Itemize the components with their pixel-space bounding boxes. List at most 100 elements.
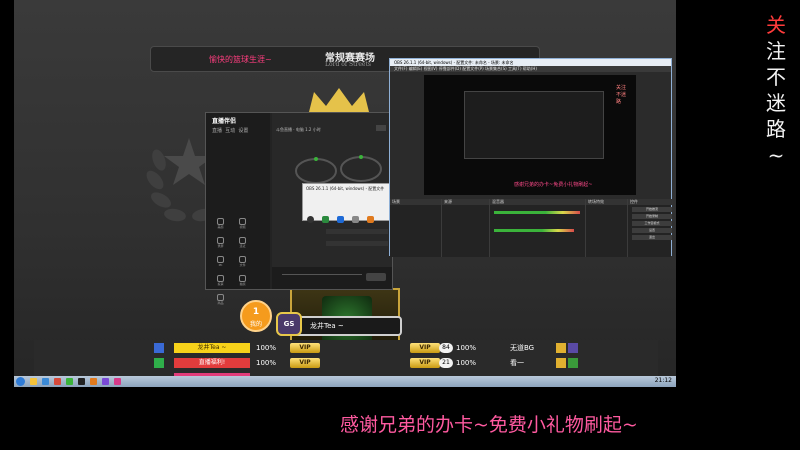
obs-menu-bar[interactable]: 文件(F) 编辑(E) 视图(V) 停靠部件(D) 配置文件(P) 场景集合(S… (390, 66, 671, 72)
obs-window[interactable]: OBS 26.1.1 (64-bit, windows) - 配置文件: 未命名… (389, 58, 673, 257)
app-tab[interactable]: 直播 (212, 128, 222, 134)
obs-config-dialog[interactable]: OBS 26.1.1 (64-bit, windows) - 配置文件 (302, 183, 392, 223)
scoreboard-row[interactable]: 龙井Tea ~ 100% VIP VIP 84 100% 无道BG (34, 342, 658, 356)
percent-cell: 100% (456, 359, 477, 367)
rank-label: 我的 (249, 321, 262, 328)
vip-badge: VIP (290, 343, 320, 353)
studio-mode-button[interactable]: 工作室模式 (632, 221, 672, 226)
rank-number: 1 (252, 307, 260, 317)
start-button[interactable] (16, 377, 25, 386)
dock-transitions[interactable]: 转场特效 (586, 199, 628, 257)
player-name-cell: 直播福利! (174, 358, 250, 368)
scoreboard-row[interactable]: 直播福利! 100% VIP VIP 21 100% 看一 (34, 357, 658, 371)
obs-preview: 关注不迷路 感谢兄弟的办卡~免费小礼物刷起~ (424, 75, 636, 195)
preview-caption: 感谢兄弟的办卡~免费小礼物刷起~ (514, 182, 593, 188)
app-footer-toolbar (272, 267, 392, 289)
percent-cell: 100% (256, 359, 277, 367)
app-icon[interactable] (352, 216, 360, 223)
app-icon[interactable] (90, 378, 97, 385)
toolbar-icons[interactable] (282, 274, 362, 282)
app-header: 斗鱼直播 · 电脑 1.2 小时 (276, 127, 321, 132)
explorer-icon[interactable] (30, 378, 37, 385)
player-avatar-icon (154, 358, 164, 368)
dock-scenes[interactable]: 场景 (390, 199, 442, 257)
exit-button[interactable]: 退出 (632, 235, 672, 240)
team-icon (568, 358, 578, 368)
game-tagline: 愉快的篮球生涯~ (209, 55, 272, 64)
tool-icon (239, 256, 247, 263)
audio-meter (494, 229, 574, 232)
opponent-name: 看一 (510, 359, 524, 367)
preview-side-text: 关注不迷路 (616, 85, 627, 105)
app-tab[interactable]: 设置 (238, 128, 248, 134)
app-tab[interactable]: 互动 (225, 128, 235, 134)
taskbar-clock[interactable]: 21:12 (655, 377, 672, 384)
app-main-panel: 斗鱼直播 · 电脑 1.2 小时 OBS 26.1.1 (64-bit, win… (272, 113, 392, 289)
tool-button[interactable]: 连麦 (234, 237, 251, 249)
app-icon[interactable] (42, 378, 49, 385)
tool-icon (217, 218, 224, 225)
medal-icon (556, 343, 566, 353)
bottom-caption: 感谢兄弟的办卡~免费小礼物刷起~ (340, 414, 638, 436)
tool-button[interactable]: 商品 (212, 294, 229, 306)
obs-icon[interactable] (307, 216, 314, 223)
dock-title: 场景 (390, 199, 441, 205)
obs-title-bar: OBS 26.1.1 (64-bit, windows) - 配置文件: 未命名… (390, 59, 671, 66)
windows-taskbar: 21:12 (14, 376, 676, 387)
percent-cell: 100% (256, 344, 277, 352)
app-icon[interactable] (322, 216, 330, 223)
tool-button[interactable]: 抽奖 (234, 275, 251, 287)
tool-button[interactable]: 美颜 (212, 218, 229, 230)
app-icon[interactable] (54, 378, 61, 385)
streamer-assistant-window[interactable]: 直播伴侣 直播 互动 设置 美颜 视频 录屏 连麦 PK 文件 投票 抽奖 商品… (205, 112, 393, 305)
audio-meter (494, 211, 580, 214)
slogan-char: ~ (767, 143, 785, 167)
dock-mixer[interactable]: 混音器 (490, 199, 586, 257)
tool-button[interactable]: 文件 (234, 256, 251, 268)
vip-level: 84 (439, 343, 453, 353)
app-logo: 直播伴侣 (212, 118, 237, 125)
dock-title: 混音器 (490, 199, 585, 205)
start-record-button[interactable]: 开始录制 (632, 214, 672, 219)
tool-icon (217, 275, 224, 282)
start-live-button[interactable] (366, 273, 386, 281)
player-name-cell: 龙井Tea ~ (174, 343, 250, 353)
slogan-char: 路 (766, 117, 786, 141)
slogan-char: 不 (766, 65, 786, 89)
obs-icon[interactable] (78, 378, 85, 385)
input-field[interactable] (326, 229, 388, 234)
dialog-title: OBS 26.1.1 (64-bit, windows) - 配置文件 (306, 186, 385, 191)
tool-button[interactable]: 投票 (212, 275, 229, 287)
app-tabs: 直播 互动 设置 (212, 127, 248, 134)
scoreboard: 龙井Tea ~ 100% VIP VIP 84 100% 无道BG 直播福利! … (34, 340, 658, 378)
tool-icon (239, 275, 247, 282)
app-icon[interactable] (102, 378, 109, 385)
app-icon[interactable] (114, 378, 121, 385)
input-field[interactable] (326, 241, 388, 246)
settings-button[interactable]: 设置 (632, 228, 672, 233)
app-icon[interactable] (337, 216, 345, 223)
player-name: 龙井Tea ~ (310, 322, 344, 330)
dock-controls: 控件 开始推流 开始录制 工作室模式 设置 退出 (628, 199, 673, 257)
team-icon (568, 343, 578, 353)
app-icon[interactable] (66, 378, 73, 385)
tool-icon (239, 237, 247, 244)
stream-frame: 愉快的篮球生涯~ 常规赛赛场 Lord of Streets 1 我的 龙井Te… (0, 0, 800, 450)
preview-nested-capture (464, 91, 604, 159)
obs-docks: 场景 来源 混音器 转场特效 控件 开始推流 开始录制 工作室模式 设置 退出 (390, 199, 673, 257)
app-icon[interactable] (367, 216, 375, 223)
tool-icon (217, 237, 224, 244)
dock-sources[interactable]: 来源 (442, 199, 490, 257)
dock-title: 转场特效 (586, 199, 627, 205)
start-stream-button[interactable]: 开始推流 (632, 207, 672, 212)
app-settings-button[interactable] (376, 125, 386, 131)
opponent-name: 无道BG (510, 344, 535, 352)
medal-icon (556, 358, 566, 368)
tool-button[interactable]: 录屏 (212, 237, 229, 249)
vip-badge: VIP (410, 343, 440, 353)
dock-title: 来源 (442, 199, 489, 205)
tool-button[interactable]: PK (212, 256, 229, 268)
vip-badge: VIP (290, 358, 320, 368)
tool-button[interactable]: 视频 (234, 218, 251, 230)
tool-icon (239, 218, 247, 225)
